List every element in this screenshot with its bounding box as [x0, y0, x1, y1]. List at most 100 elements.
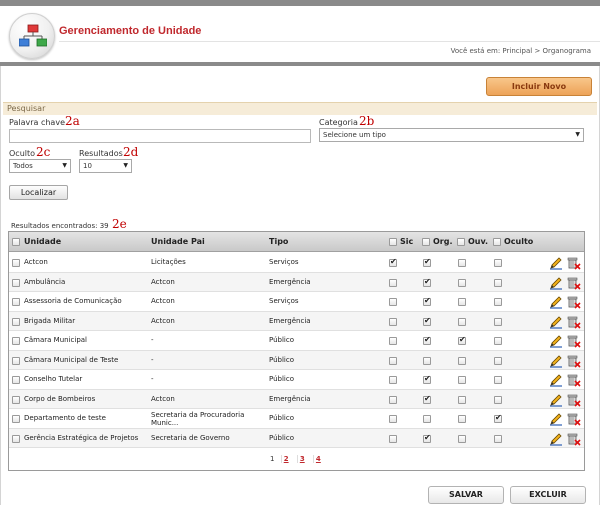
sic-checkbox[interactable] — [389, 415, 397, 423]
row-select-checkbox[interactable] — [12, 259, 20, 267]
org-checkbox[interactable] — [423, 296, 431, 306]
oculto-checkbox[interactable] — [494, 356, 502, 365]
edit-icon[interactable] — [549, 334, 563, 348]
edit-icon[interactable] — [549, 315, 563, 329]
oculto-checkbox[interactable] — [494, 317, 502, 326]
org-checkbox[interactable] — [423, 356, 431, 365]
ouv-checkbox[interactable] — [458, 376, 466, 384]
org-checkbox[interactable] — [423, 277, 431, 287]
trash-icon[interactable] — [567, 256, 581, 270]
org-checkbox[interactable] — [423, 394, 431, 404]
org-checkbox[interactable] — [423, 415, 431, 423]
oculto-checkbox[interactable] — [494, 434, 502, 443]
trash-icon[interactable] — [567, 373, 581, 387]
edit-icon[interactable] — [549, 373, 563, 387]
sic-checkbox[interactable] — [389, 376, 397, 384]
trash-icon[interactable] — [567, 315, 581, 329]
row-select-checkbox[interactable] — [12, 434, 20, 443]
ouv-checkbox[interactable] — [458, 278, 466, 287]
ouv-checkbox[interactable] — [458, 259, 466, 267]
row-select-checkbox[interactable] — [12, 298, 20, 306]
trash-icon[interactable] — [567, 412, 581, 426]
ouv-checkbox[interactable] — [458, 356, 466, 365]
edit-icon[interactable] — [549, 432, 563, 446]
oculto-all-checkbox[interactable] — [493, 238, 501, 246]
page-link-3[interactable]: 3 — [296, 455, 307, 463]
delete-button[interactable]: EXCLUIR — [510, 486, 586, 504]
ouv-all-checkbox[interactable] — [457, 238, 465, 246]
row-select-checkbox[interactable] — [12, 415, 20, 423]
table-row[interactable]: Assessoria de Comunicação Actcon Serviços — [9, 292, 584, 312]
ouv-checkbox[interactable] — [458, 335, 466, 345]
header-unidade-pai[interactable]: Unidade Pai — [151, 232, 205, 252]
edit-icon[interactable] — [549, 295, 563, 309]
cell-unidade: Gerência Estratégica de Projetos — [24, 433, 139, 442]
org-checkbox[interactable] — [423, 316, 431, 326]
save-button[interactable]: SALVAR — [428, 486, 504, 504]
table-row[interactable]: Corpo de Bombeiros Actcon Emergência — [9, 389, 584, 409]
page-link-4[interactable]: 4 — [312, 455, 323, 463]
oculto-checkbox[interactable] — [494, 278, 502, 287]
header-unidade[interactable]: Unidade — [24, 232, 61, 252]
org-checkbox[interactable] — [423, 374, 431, 384]
oculto-checkbox[interactable] — [494, 259, 502, 267]
edit-icon[interactable] — [549, 276, 563, 290]
row-select-checkbox[interactable] — [12, 395, 20, 404]
results-select[interactable]: 10 ▼ — [79, 159, 132, 173]
table-row[interactable]: Câmara Municipal - Público — [9, 331, 584, 351]
row-select-checkbox[interactable] — [12, 356, 20, 365]
page-link-2[interactable]: 2 — [280, 455, 291, 463]
table-row[interactable]: Conselho Tutelar - Público — [9, 370, 584, 390]
edit-icon[interactable] — [549, 354, 563, 368]
keyword-input[interactable] — [9, 129, 311, 143]
table-row[interactable]: Câmara Municipal de Teste - Público — [9, 350, 584, 370]
trash-icon[interactable] — [567, 393, 581, 407]
edit-icon[interactable] — [549, 393, 563, 407]
add-new-button[interactable]: Incluir Novo — [486, 77, 592, 96]
trash-icon[interactable] — [567, 432, 581, 446]
trash-icon[interactable] — [567, 295, 581, 309]
ouv-checkbox[interactable] — [458, 434, 466, 443]
table-row[interactable]: Brigada Militar Actcon Emergência — [9, 311, 584, 331]
trash-icon[interactable] — [567, 276, 581, 290]
org-all-checkbox[interactable] — [422, 238, 430, 246]
row-select-checkbox[interactable] — [12, 278, 20, 287]
header-tipo[interactable]: Tipo — [269, 232, 288, 252]
sic-checkbox[interactable] — [389, 434, 397, 443]
table-row[interactable]: Departamento de teste Secretaria da Procu… — [9, 409, 584, 429]
sic-checkbox[interactable] — [389, 395, 397, 404]
oculto-checkbox[interactable] — [494, 376, 502, 384]
hidden-select[interactable]: Todos ▼ — [9, 159, 71, 173]
trash-icon[interactable] — [567, 354, 581, 368]
row-select-checkbox[interactable] — [12, 376, 20, 384]
row-select-checkbox[interactable] — [12, 337, 20, 345]
ouv-checkbox[interactable] — [458, 415, 466, 423]
org-checkbox[interactable] — [423, 433, 431, 443]
org-checkbox[interactable] — [423, 335, 431, 345]
sic-checkbox[interactable] — [389, 317, 397, 326]
ouv-checkbox[interactable] — [458, 317, 466, 326]
category-select[interactable]: Selecione um tipo ▼ — [319, 128, 584, 142]
oculto-checkbox[interactable] — [494, 298, 502, 306]
sic-checkbox[interactable] — [389, 257, 397, 267]
table-row[interactable]: Gerência Estratégica de Projetos Secretar… — [9, 428, 584, 448]
edit-icon[interactable] — [549, 412, 563, 426]
oculto-checkbox[interactable] — [494, 337, 502, 345]
ouv-checkbox[interactable] — [458, 395, 466, 404]
org-checkbox[interactable] — [423, 257, 431, 267]
oculto-checkbox[interactable] — [494, 395, 502, 404]
oculto-checkbox[interactable] — [494, 413, 502, 423]
table-row[interactable]: Ambulância Actcon Emergência — [9, 272, 584, 292]
edit-icon[interactable] — [549, 256, 563, 270]
ouv-checkbox[interactable] — [458, 298, 466, 306]
sic-all-checkbox[interactable] — [389, 238, 397, 246]
table-row[interactable]: Actcon Licitações Serviços — [9, 253, 584, 273]
sic-checkbox[interactable] — [389, 298, 397, 306]
sic-checkbox[interactable] — [389, 337, 397, 345]
select-all-checkbox[interactable] — [12, 238, 20, 246]
trash-icon[interactable] — [567, 334, 581, 348]
row-select-checkbox[interactable] — [12, 317, 20, 326]
search-button[interactable]: Localizar — [9, 185, 68, 200]
sic-checkbox[interactable] — [389, 278, 397, 287]
sic-checkbox[interactable] — [389, 356, 397, 365]
